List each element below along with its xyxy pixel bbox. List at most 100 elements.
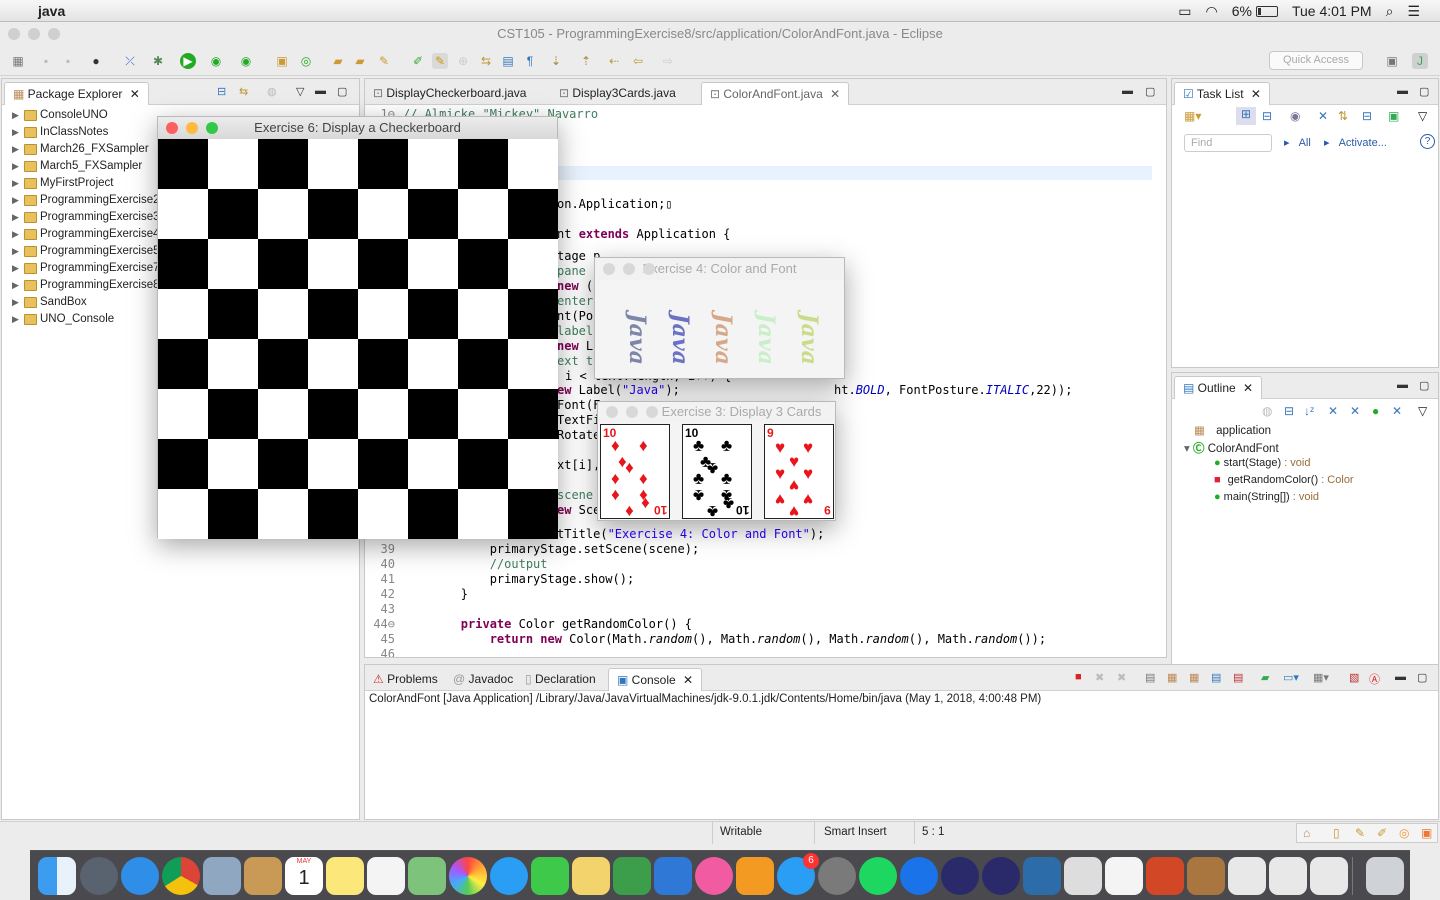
all-filter-link[interactable]: ▸ All [1284,136,1311,149]
maximize-icon[interactable]: ▢ [337,85,347,98]
project-item[interactable]: ▶ MyFirstProject [12,175,113,192]
pages-icon[interactable] [572,857,610,895]
preview-icon[interactable] [203,857,241,895]
maps-icon[interactable] [408,857,446,895]
forward-icon[interactable]: ⇨ [660,53,676,69]
numbers-icon[interactable] [613,857,651,895]
messages-icon[interactable] [490,857,528,895]
outline-member[interactable]: ● start(Stage) : void [1214,457,1310,469]
minimize-icon[interactable]: ▬ [1122,85,1133,97]
quick-access-input[interactable]: Quick Access [1269,51,1363,70]
remove-launch-icon[interactable]: ✖ [1095,671,1104,684]
new-class-icon[interactable]: ◎ [298,53,314,69]
new-task-icon[interactable]: ▦▾ [1184,109,1201,123]
save-icon[interactable]: ▪ [38,53,54,69]
new-java-package-icon[interactable]: ▣ [274,53,290,69]
collapse-all-icon[interactable]: ⊟ [217,85,226,98]
tab-problems[interactable]: ⚠ Problems [365,668,446,691]
minimize-window-button[interactable] [623,263,635,275]
minimize-window-button[interactable] [28,28,40,40]
app-menu[interactable]: java [38,3,65,19]
show-on-error-icon[interactable]: ▤ [1233,671,1243,684]
teamviewer-icon[interactable] [900,857,938,895]
open-console-icon[interactable]: ▦▾ [1313,671,1329,684]
minimize-icon[interactable]: ▬ [315,85,326,97]
project-item[interactable]: ▶ ProgrammingExercise3 [12,209,160,226]
java-app-icon[interactable] [1269,857,1307,895]
close-icon[interactable]: ✕ [130,87,140,101]
calendar-icon[interactable]: MAY 1 [285,857,323,895]
close-window-button[interactable] [8,28,20,40]
spotify-icon[interactable] [859,857,897,895]
view-menu-icon[interactable]: ▽ [296,85,304,98]
zoom-window-button[interactable] [48,28,60,40]
hide-completed-icon[interactable]: ✕ [1318,109,1328,123]
new-icon[interactable]: ▦ [10,53,26,69]
clear-console-icon[interactable]: ▤ [1145,671,1155,684]
collapse-all-icon[interactable]: ⊟ [1362,109,1372,123]
show-whitespace-icon[interactable]: ¶ [522,53,538,69]
notes-icon[interactable] [326,857,364,895]
textedit-icon[interactable] [1105,857,1143,895]
maximize-icon[interactable]: ▢ [1145,85,1155,98]
external-tools-icon[interactable]: ◉ [238,53,254,69]
project-item[interactable]: ▶ ProgrammingExercise8 [12,277,160,294]
zoom-window-button[interactable] [646,406,658,418]
keynote-icon[interactable] [654,857,692,895]
help-icon[interactable]: ? [1420,134,1435,149]
photos-icon[interactable] [449,857,487,895]
outline-package[interactable]: ▦ application [1194,423,1271,437]
restore-icon[interactable]: ⌂ [1303,826,1310,840]
chrome-icon[interactable] [162,857,200,895]
outline-class[interactable]: ▾ Ⓒ ColorAndFont [1184,440,1279,456]
tab-console[interactable]: ▣ Console ✕ [608,668,703,691]
coverage-icon[interactable]: ◉ [208,53,224,69]
tab-display3cards[interactable]: ⊡ Display3Cards.java [551,82,684,105]
eclipse-icon[interactable] [941,857,979,895]
mysql-workbench-icon[interactable] [1023,857,1061,895]
notification-center-icon[interactable]: ☰ [1407,3,1420,20]
project-item[interactable]: ▶ ProgrammingExercise2 [12,192,160,209]
minimize-icon[interactable]: ▬ [1397,379,1408,391]
clock[interactable]: Tue 4:01 PM [1292,3,1372,19]
hide-fields-icon[interactable]: ✕ [1328,404,1338,418]
safari-icon[interactable] [121,857,159,895]
hide-nonpublic-icon[interactable]: ● [1372,404,1379,418]
search-icon[interactable]: ✎ [376,53,392,69]
close-icon[interactable]: ✕ [1251,87,1261,101]
maximize-icon[interactable]: ▢ [1417,671,1427,684]
contacts-icon[interactable] [244,857,282,895]
skip-breakpoints-icon[interactable]: ⤫ [122,53,138,69]
close-icon[interactable]: ✕ [1243,381,1253,395]
tab-task-list[interactable]: ☑ Task List ✕ [1174,82,1270,105]
java-perspective-icon[interactable]: J [1412,53,1428,69]
reminders-icon[interactable] [367,857,405,895]
tab-javadoc[interactable]: @ Javadoc [445,668,521,691]
sequel-icon[interactable] [1064,857,1102,895]
tab-outline[interactable]: ▤ Outline ✕ [1174,376,1263,399]
minimize-window-button[interactable] [626,406,638,418]
eclipse-java-icon[interactable] [982,857,1020,895]
highlight-icon[interactable]: ✎ [432,53,448,69]
outline-member[interactable]: ■ getRandomColor() : Color [1214,474,1354,486]
project-item[interactable]: ▶ ConsoleUNO [12,107,108,124]
project-item[interactable]: ▶ InClassNotes [12,124,108,141]
project-item[interactable]: ▶ ProgrammingExercise5 [12,243,160,260]
java-app-icon[interactable] [1310,857,1348,895]
show-on-output-icon[interactable]: ▤ [1211,671,1221,684]
powerpoint-icon[interactable] [1146,857,1184,895]
filter-icon[interactable]: ◍ [267,85,277,98]
project-item[interactable]: ▶ UNO_Console [12,311,114,328]
coverage-icon[interactable]: ▧ [1349,671,1359,684]
sync-icon[interactable]: ⇅ [1338,109,1348,123]
display-console-icon[interactable]: ▭▾ [1283,671,1299,684]
minimize-window-button[interactable] [186,122,198,134]
ant-icon[interactable]: Ⓐ [1369,671,1380,687]
link-editor-icon[interactable]: ⇆ [239,85,248,98]
tab-colorandfont[interactable]: ⊡ ColorAndFont.java ✕ [701,82,850,105]
facetime-icon[interactable] [531,857,569,895]
user-icon[interactable]: ● [88,53,104,69]
back-icon[interactable]: ⇦ [630,53,646,69]
run-icon[interactable]: ▶ [180,53,196,69]
last-edit-icon[interactable]: ⇠ [606,53,622,69]
